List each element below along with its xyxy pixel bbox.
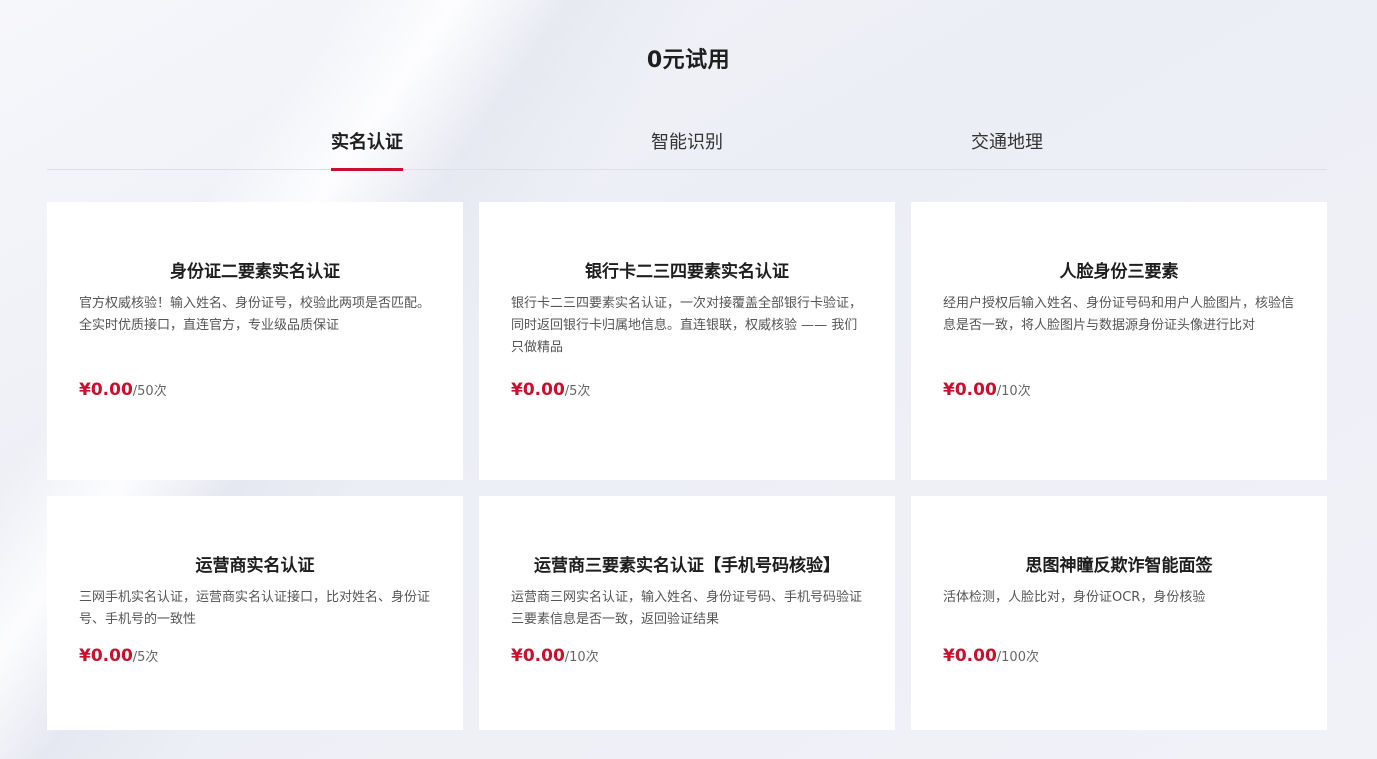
price-amount: ¥0.00 [511, 380, 565, 400]
product-card[interactable]: 运营商三要素实名认证【手机号码核验】 运营商三网实名认证，输入姓名、身份证号码、… [479, 496, 895, 730]
card-description: 活体检测，人脸比对，身份证OCR，身份核验 [943, 590, 1206, 605]
card-title: 思图神瞳反欺诈智能面签 [1025, 556, 1213, 576]
card-description: 官方权威核验！输入姓名、身份证号，校验此两项是否匹配。全实时优质接口，直连官方，… [79, 296, 431, 333]
product-card[interactable]: 运营商实名认证 三网手机实名认证，运营商实名认证接口，比对姓名、身份证号、手机号… [47, 496, 463, 730]
product-card[interactable]: 身份证二要素实名认证 官方权威核验！输入姓名、身份证号，校验此两项是否匹配。全实… [47, 202, 463, 480]
price-amount: ¥0.00 [943, 646, 997, 666]
product-card[interactable]: 银行卡二三四要素实名认证 银行卡二三四要素实名认证，一次对接覆盖全部银行卡验证，… [479, 202, 895, 480]
card-description: 三网手机实名认证，运营商实名认证接口，比对姓名、身份证号、手机号的一致性 [79, 590, 431, 627]
card-description: 经用户授权后输入姓名、身份证号码和用户人脸图片，核验信息是否一致，将人脸图片与数… [943, 296, 1295, 333]
card-title: 人脸身份三要素 [1059, 262, 1179, 282]
price-unit: /10次 [564, 650, 599, 665]
price-unit: /5次 [564, 384, 591, 399]
price-unit: /5次 [132, 650, 159, 665]
card-description: 银行卡二三四要素实名认证，一次对接覆盖全部银行卡验证，同时返回银行卡归属地信息。… [511, 296, 863, 355]
card-price: ¥0.00/5次 [79, 646, 158, 666]
card-title: 运营商三要素实名认证【手机号码核验】 [534, 556, 840, 576]
tab-smart-recognition[interactable]: 智能识别 [651, 128, 723, 170]
card-price: ¥0.00/5次 [511, 380, 590, 400]
category-tabs: 实名认证 智能识别 交通地理 [47, 110, 1327, 171]
price-unit: /10次 [996, 384, 1031, 399]
card-price: ¥0.00/10次 [943, 380, 1031, 400]
card-price: ¥0.00/10次 [511, 646, 599, 666]
card-title: 身份证二要素实名认证 [170, 262, 340, 282]
price-amount: ¥0.00 [943, 380, 997, 400]
price-amount: ¥0.00 [79, 646, 133, 666]
page-title: 0元试用 [646, 48, 731, 73]
price-amount: ¥0.00 [511, 646, 565, 666]
card-title: 运营商实名认证 [195, 556, 315, 576]
card-title: 银行卡二三四要素实名认证 [585, 262, 789, 282]
free-trial-section: 0元试用 实名认证 智能识别 交通地理 身份证二要素实名认证 官方权威核验！输入… [0, 0, 1377, 759]
tab-traffic-geo[interactable]: 交通地理 [971, 128, 1043, 170]
product-card[interactable]: 人脸身份三要素 经用户授权后输入姓名、身份证号码和用户人脸图片，核验信息是否一致… [911, 202, 1327, 480]
tab-real-name-auth[interactable]: 实名认证 [331, 128, 403, 171]
card-price: ¥0.00/100次 [943, 646, 1039, 666]
card-description: 运营商三网实名认证，输入姓名、身份证号码、手机号码验证三要素信息是否一致，返回验… [511, 590, 863, 627]
price-unit: /100次 [996, 650, 1039, 665]
price-amount: ¥0.00 [79, 380, 133, 400]
card-price: ¥0.00/50次 [79, 380, 167, 400]
price-unit: /50次 [132, 384, 167, 399]
product-card[interactable]: 思图神瞳反欺诈智能面签 活体检测，人脸比对，身份证OCR，身份核验 ¥0.00/… [911, 496, 1327, 730]
